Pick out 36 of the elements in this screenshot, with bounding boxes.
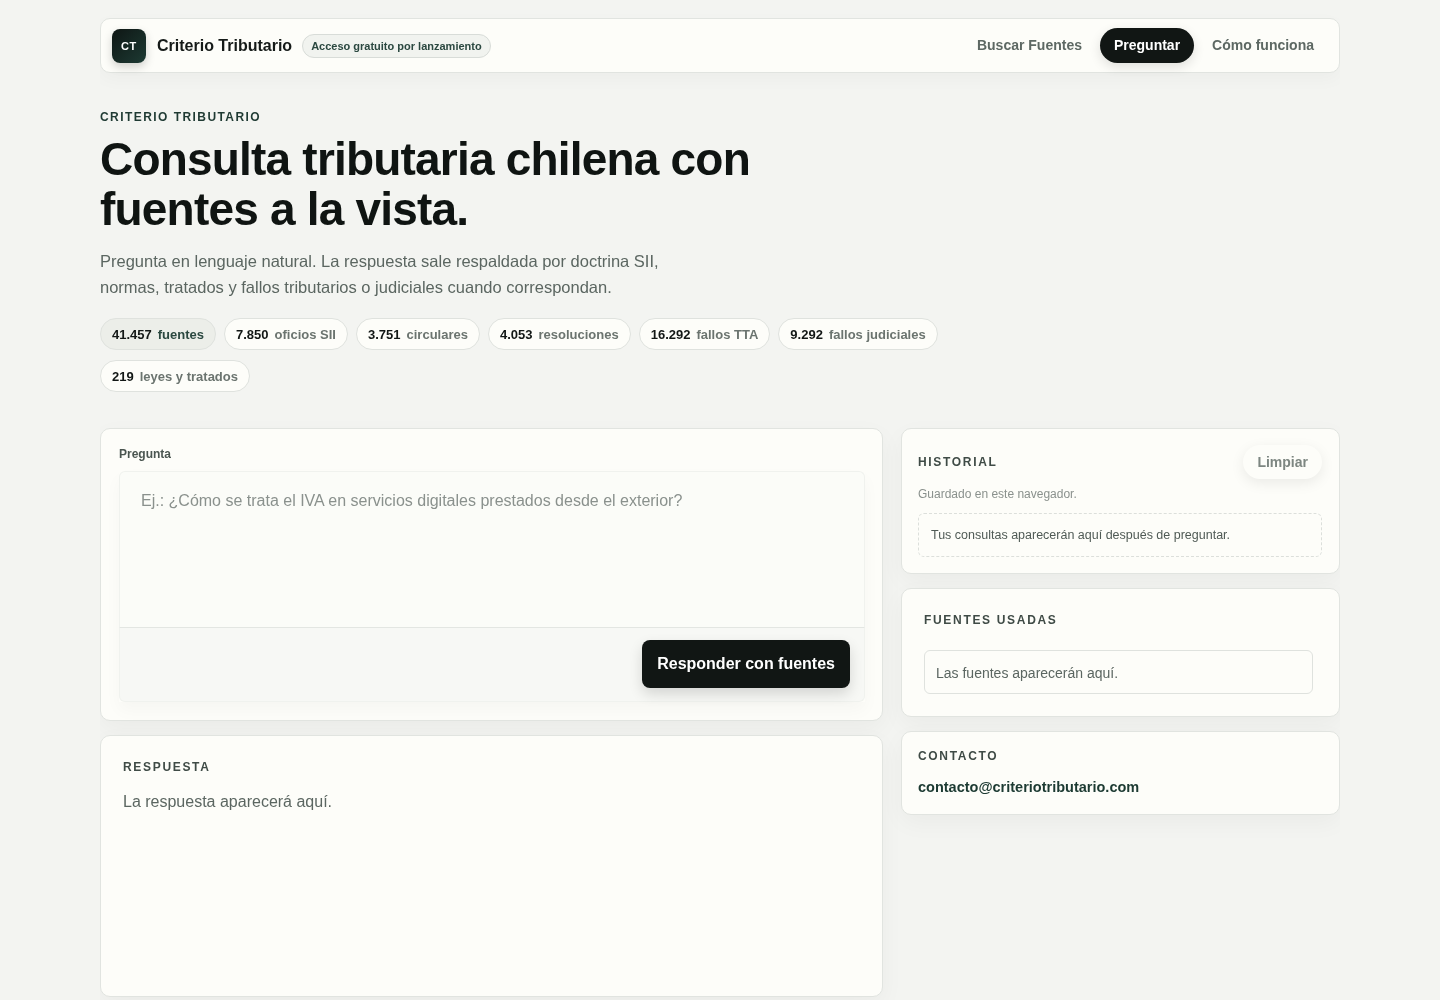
answer-text: La respuesta aparecerá aquí.	[122, 793, 334, 811]
nav-link[interactable]: Cómo funciona	[1198, 28, 1328, 63]
stat-count: 16.292	[650, 326, 691, 342]
stat-count: 7.850	[236, 326, 269, 342]
stat-count: 9.292	[790, 326, 823, 342]
stat-label: fuentes	[157, 326, 204, 342]
sources-heading: FUENTES USADAS	[924, 613, 1059, 627]
stat-label: fallos TTA	[696, 326, 759, 342]
answer-heading: RESPUESTA	[122, 760, 212, 774]
history-heading: HISTORIAL	[918, 455, 998, 469]
stat-label: oficios SII	[274, 326, 336, 342]
history-empty-state: Tus consultas aparecerán aquí después de preguntar.	[918, 513, 1322, 557]
brand-name: Criterio Tributario	[157, 36, 293, 55]
eyebrow-label: CRITERIO TRIBUTARIO	[100, 110, 263, 124]
clear-button[interactable]: Limpiar	[1243, 445, 1322, 479]
logo-tile[interactable]: CT	[112, 28, 146, 63]
stat-label: circulares	[406, 326, 468, 342]
submit-button[interactable]: Responder con fuentes	[642, 640, 850, 688]
launch-badge: Acceso gratuito por lanzamiento	[302, 33, 491, 58]
stat-count: 4.053	[499, 326, 533, 342]
nav-link[interactable]: Buscar Fuentes	[962, 28, 1096, 63]
hero-title: Consulta tributaria chilena con fuentes a la vista.	[100, 134, 751, 234]
sources-empty-state: Las fuentes aparecerán aquí.	[924, 650, 1313, 694]
question-label: Pregunta	[119, 447, 172, 461]
hero-subtitle: Pregunta en lenguaje natural. La respuesta sale respaldada por doctrina SII, normas, tratados y fallos tributarios o judiciales cuando correspondan.	[100, 251, 660, 298]
stat-count: 219	[112, 368, 134, 384]
nav-link[interactable]: Preguntar	[1100, 28, 1195, 63]
stat-label: fallos judiciales	[828, 326, 926, 342]
stat-count: 3.751	[367, 326, 401, 342]
stat-count: 41.457	[112, 326, 152, 342]
stat-label: resoluciones	[538, 326, 619, 342]
question-field[interactable]: Ej.: ¿Cómo se trata el IVA en servicios digitales prestados desde el exterior?	[119, 471, 865, 627]
stat-label: leyes y tratados	[139, 368, 238, 384]
email-link[interactable]: contacto@criteriotributario.com	[918, 779, 1140, 795]
contact-heading: CONTACTO	[918, 749, 1000, 763]
history-note: Guardado en este navegador.	[918, 487, 1078, 501]
